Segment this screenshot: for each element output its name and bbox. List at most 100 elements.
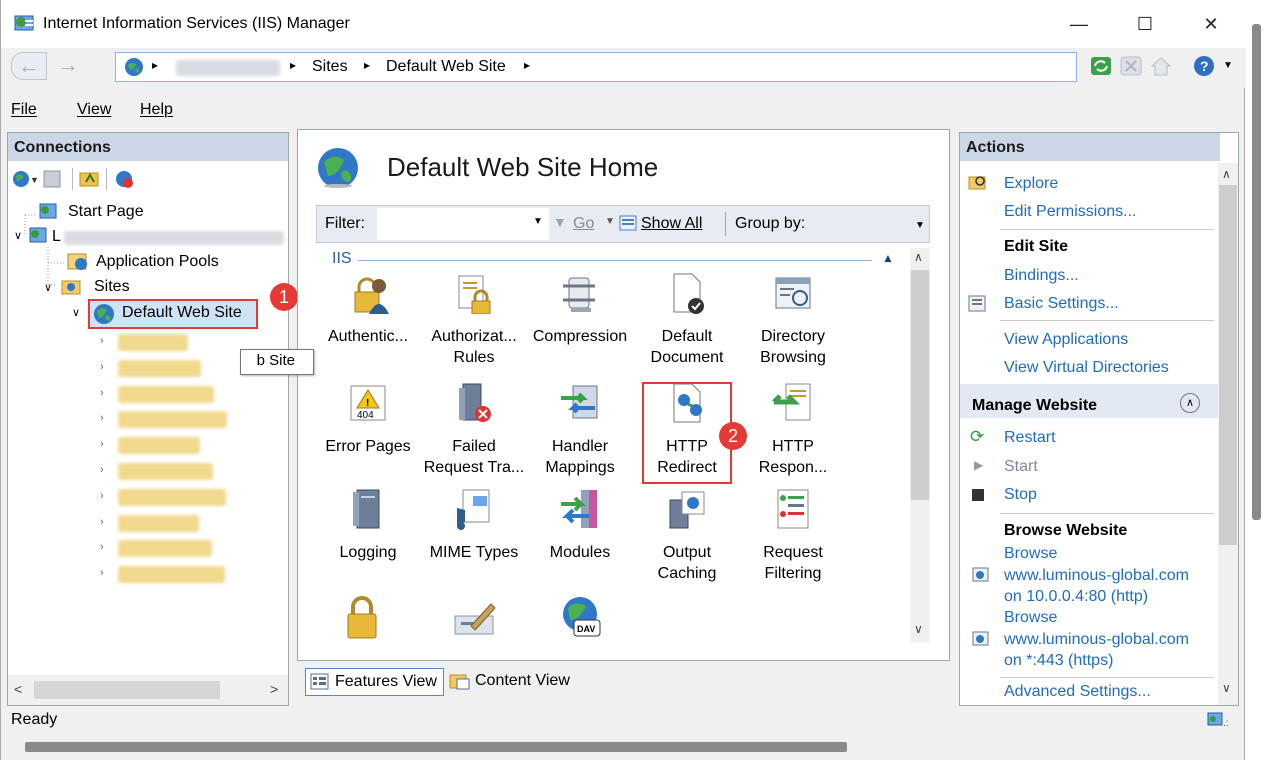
feature-http-response-headers[interactable]: HTTP Respon... <box>741 382 845 478</box>
action-browse-http-line1[interactable]: Browse <box>1004 545 1057 563</box>
filter-dropdown-icon[interactable]: ▼ <box>533 216 543 227</box>
chevron-right-icon[interactable]: › <box>100 361 104 373</box>
actions-scroll-thumb[interactable] <box>1219 185 1237 545</box>
chevron-right-icon[interactable]: › <box>100 541 104 553</box>
go-button[interactable]: Go <box>573 215 594 233</box>
action-bindings[interactable]: Bindings... <box>1004 267 1079 285</box>
collapse-section-icon[interactable]: ∧ <box>1180 393 1200 413</box>
forward-arrow-icon[interactable]: → <box>53 52 83 80</box>
folder-icon[interactable] <box>118 385 214 403</box>
window-horizontal-scroll-thumb[interactable] <box>25 742 847 752</box>
back-arrow-icon[interactable]: ← <box>11 52 47 80</box>
help-icon[interactable]: ? <box>1193 55 1217 77</box>
feature-mime-types[interactable]: MIME Types <box>422 488 526 563</box>
chevron-right-icon[interactable]: › <box>100 335 104 347</box>
feature-authentication[interactable]: Authentic... <box>316 272 420 347</box>
help-dropdown-icon[interactable]: ▼ <box>1223 60 1233 71</box>
action-browse-https-line2[interactable]: www.luminous-global.com <box>1004 631 1189 649</box>
chevron-right-icon[interactable]: › <box>100 387 104 399</box>
filter-input[interactable] <box>377 208 549 240</box>
feature-modules[interactable]: Modules <box>528 488 632 563</box>
menu-file[interactable]: File <box>11 101 37 119</box>
action-basic-settings[interactable]: Basic Settings... <box>1004 295 1119 313</box>
feature-error-pages[interactable]: ! 404 Error Pages <box>316 382 420 457</box>
chevron-right-icon[interactable]: › <box>100 412 104 424</box>
chevron-right-icon[interactable]: › <box>100 464 104 476</box>
breadcrumb-sites[interactable]: Sites <box>312 58 348 76</box>
scroll-down-icon[interactable]: ∨ <box>1222 681 1231 695</box>
feature-logging[interactable]: Logging <box>316 488 420 563</box>
feature-directory-browsing[interactable]: Directory Browsing <box>741 272 845 368</box>
folder-icon[interactable] <box>118 566 225 584</box>
chevron-down-icon[interactable]: ∨ <box>44 281 52 294</box>
content-view-tab[interactable]: Content View <box>447 668 585 696</box>
folder-icon[interactable] <box>118 463 213 480</box>
tree-default-web-site[interactable]: Default Web Site <box>122 304 242 322</box>
folder-icon[interactable] <box>118 514 199 532</box>
scroll-up-icon[interactable]: ∧ <box>1222 167 1231 181</box>
webdav-icon[interactable]: DAV <box>560 594 604 640</box>
features-scroll-thumb[interactable] <box>911 270 929 500</box>
close-button[interactable]: ✕ <box>1191 8 1231 40</box>
modules-icon <box>561 490 597 528</box>
menu-help[interactable]: Help <box>140 101 173 119</box>
menu-view[interactable]: View <box>77 101 111 119</box>
action-browse-http-line2[interactable]: www.luminous-global.com <box>1004 567 1189 585</box>
action-view-virtual-directories[interactable]: View Virtual Directories <box>1004 359 1169 377</box>
address-bar[interactable]: ▸ ▸ Sites ▸ Default Web Site ▸ <box>115 52 1077 82</box>
refresh-icon[interactable] <box>1089 55 1113 77</box>
group-by-label[interactable]: Group by: <box>735 215 805 233</box>
go-dropdown-icon[interactable]: ▼ <box>605 216 615 227</box>
action-view-applications[interactable]: View Applications <box>1004 331 1128 349</box>
action-browse-http-line3[interactable]: on 10.0.0.4:80 (http) <box>1004 588 1148 606</box>
action-browse-https-line1[interactable]: Browse <box>1004 609 1057 627</box>
chevron-right-icon[interactable]: › <box>100 567 104 579</box>
feature-default-document[interactable]: Default Document <box>635 272 739 368</box>
folder-icon[interactable] <box>118 540 212 558</box>
feature-failed-request-tracing[interactable]: Failed Request Tra... <box>422 382 526 478</box>
scroll-down-icon[interactable]: ∨ <box>914 622 923 636</box>
tree-server-prefix[interactable]: L <box>52 228 61 246</box>
folder-icon[interactable] <box>118 488 226 506</box>
chevron-down-icon[interactable]: ∨ <box>14 229 22 242</box>
feature-request-filtering[interactable]: Request Filtering <box>741 488 845 584</box>
folder-icon[interactable] <box>118 334 188 351</box>
breadcrumb-default-web-site[interactable]: Default Web Site <box>386 58 506 76</box>
chevron-down-icon[interactable]: ∨ <box>72 306 80 319</box>
folder-icon[interactable] <box>118 359 201 377</box>
tree-sites[interactable]: Sites <box>94 278 130 296</box>
connections-scroll-thumb[interactable] <box>34 681 220 699</box>
scroll-right-icon[interactable]: > <box>270 681 278 697</box>
feature-compression[interactable]: Compression <box>528 272 632 347</box>
edit-configuration-icon[interactable] <box>453 596 497 640</box>
tree-start-page[interactable]: Start Page <box>68 203 144 221</box>
action-advanced-settings[interactable]: Advanced Settings... <box>1004 683 1151 701</box>
chevron-right-icon[interactable]: › <box>100 438 104 450</box>
connections-header: Connections <box>8 133 288 161</box>
home-icon[interactable] <box>1149 55 1173 77</box>
action-edit-permissions[interactable]: Edit Permissions... <box>1004 203 1136 221</box>
scroll-left-icon[interactable]: < <box>14 681 22 697</box>
features-view-tab[interactable]: Features View <box>305 668 444 696</box>
feature-handler-mappings[interactable]: Handler Mappings <box>528 382 632 478</box>
action-restart[interactable]: Restart <box>1004 429 1056 447</box>
maximize-button[interactable]: ☐ <box>1125 8 1165 40</box>
show-all-button[interactable]: Show All <box>641 215 702 233</box>
action-explore[interactable]: Explore <box>1004 175 1058 193</box>
feature-output-caching[interactable]: Output Caching <box>635 488 739 584</box>
minimize-button[interactable]: — <box>1059 8 1099 40</box>
lock-icon[interactable] <box>344 596 380 640</box>
chevron-right-icon[interactable]: › <box>100 490 104 502</box>
tree-application-pools[interactable]: Application Pools <box>96 253 219 271</box>
feature-authorization-rules[interactable]: Authorizat... Rules <box>422 272 526 368</box>
stop-icon[interactable] <box>1119 55 1143 77</box>
folder-icon[interactable] <box>118 411 227 429</box>
action-stop[interactable]: Stop <box>1004 486 1037 504</box>
collapse-group-icon[interactable]: ▲ <box>882 251 894 265</box>
page-vertical-scroll-thumb[interactable] <box>1252 24 1261 520</box>
scroll-up-icon[interactable]: ∧ <box>914 250 923 264</box>
chevron-right-icon[interactable]: › <box>100 516 104 528</box>
action-browse-https-line3[interactable]: on *:443 (https) <box>1004 652 1113 670</box>
folder-icon[interactable] <box>118 437 200 455</box>
filter-bar-overflow-icon[interactable]: ▼ <box>915 220 925 231</box>
